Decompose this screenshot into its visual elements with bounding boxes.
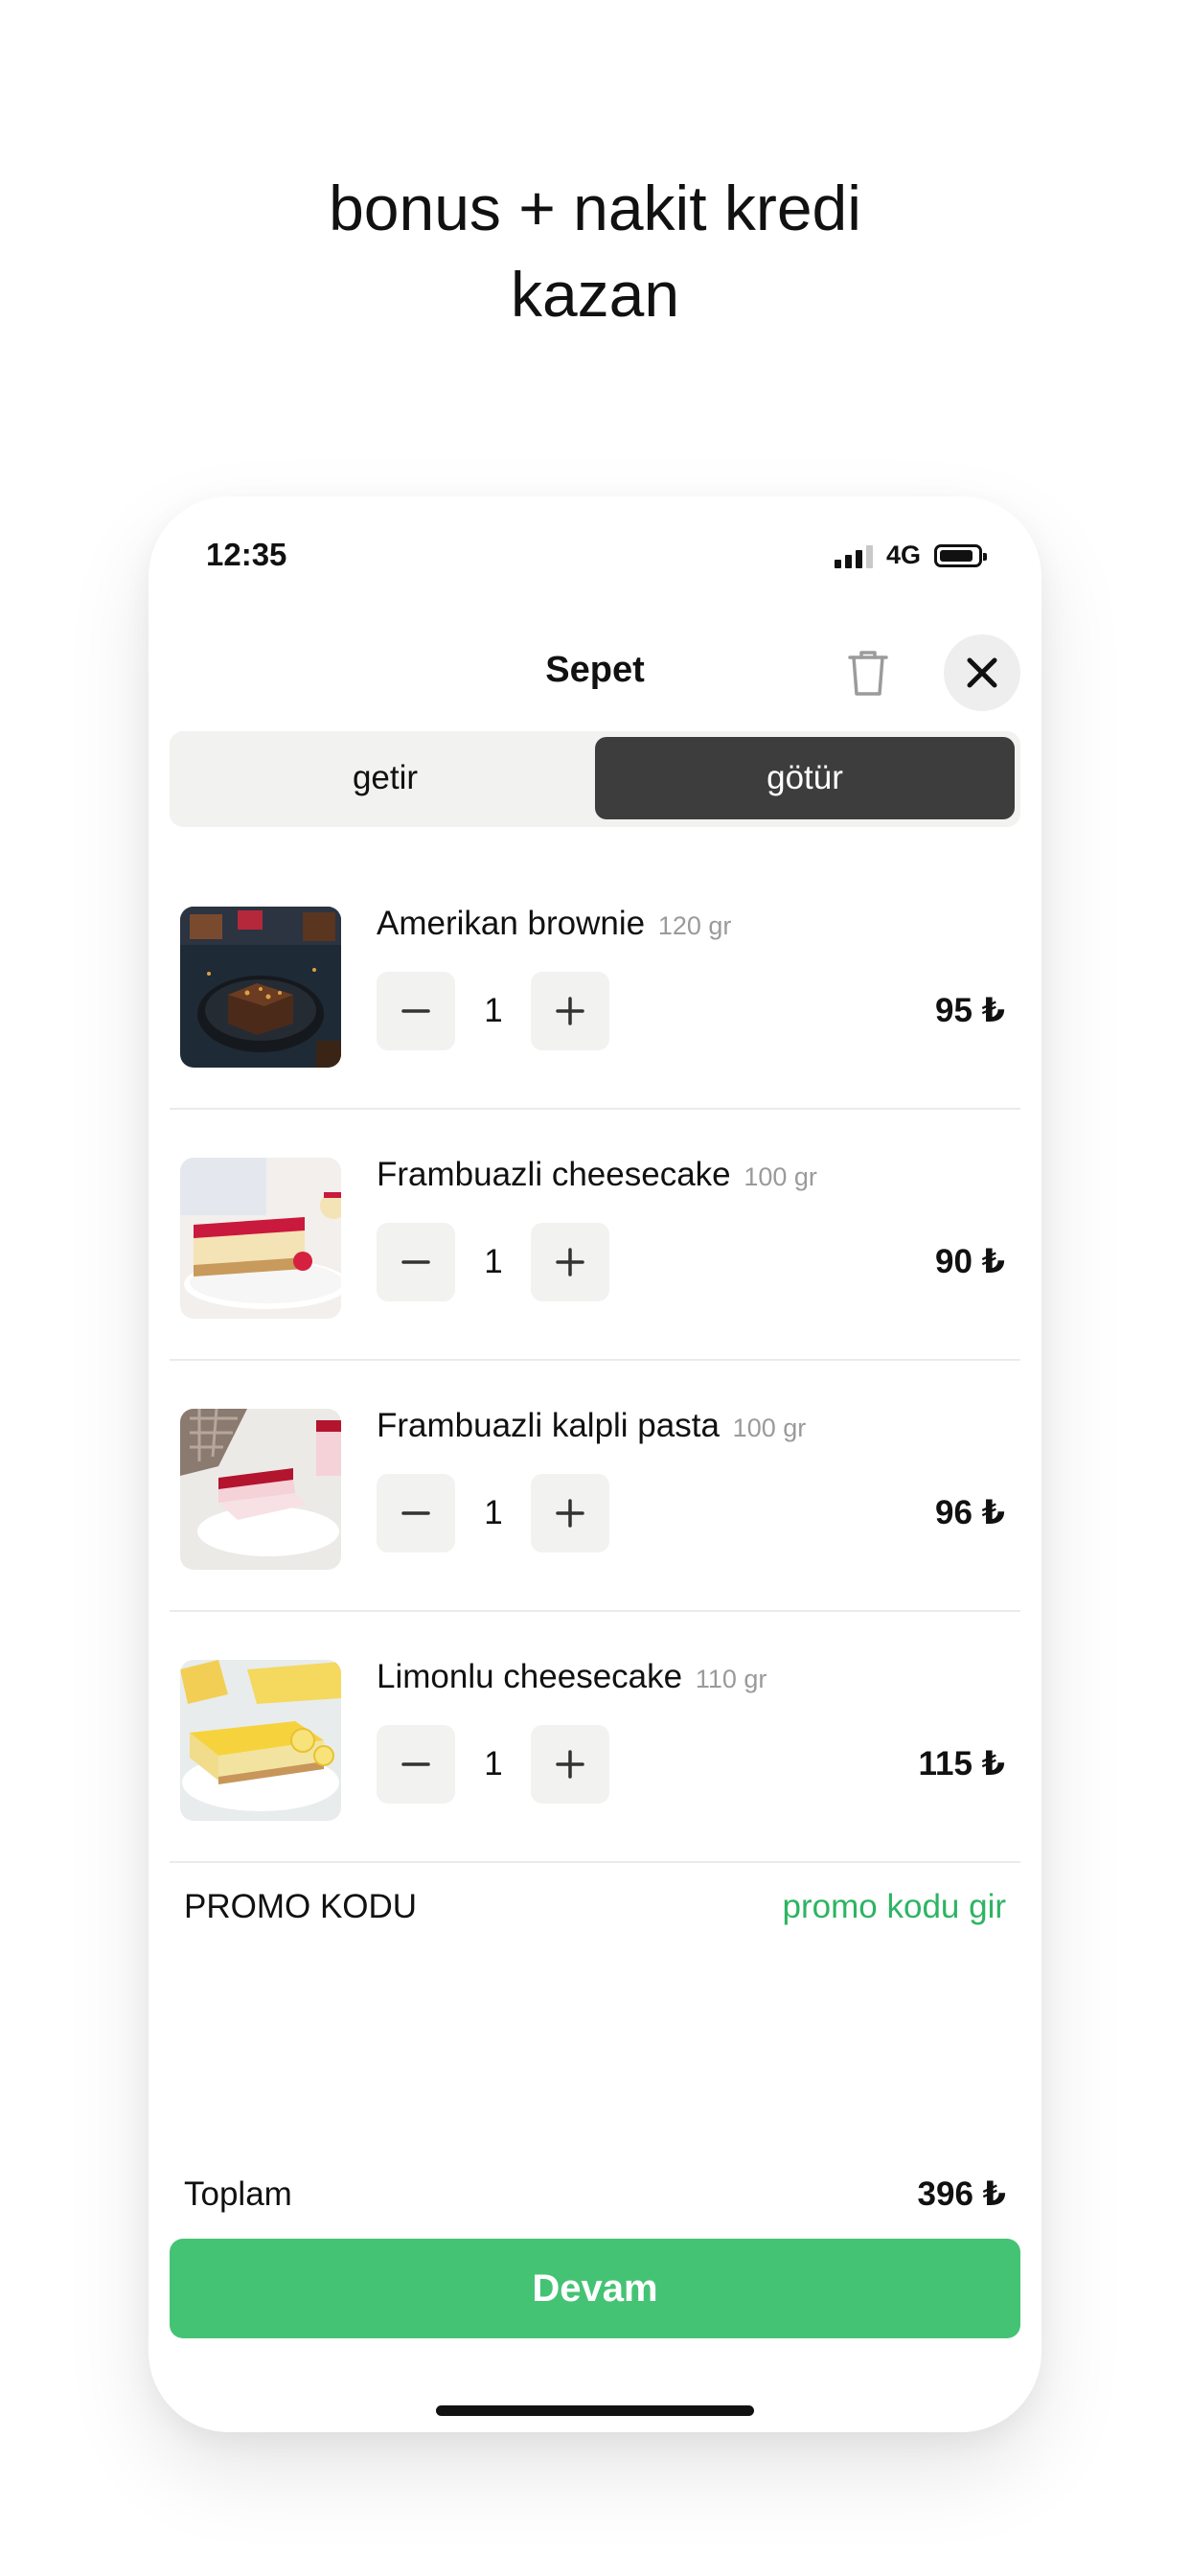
- product-weight: 100 gr: [732, 1414, 807, 1442]
- status-time: 12:35: [206, 537, 287, 572]
- home-indicator: [436, 2405, 754, 2416]
- product-weight: 110 gr: [695, 1665, 767, 1693]
- network-type: 4G: [885, 540, 921, 569]
- promo-code-label: PROMO KODU: [184, 1888, 418, 1925]
- increase-quantity-button[interactable]: [531, 1474, 609, 1552]
- product-image-lemon-cheesecake: [180, 1660, 341, 1821]
- total-label: Toplam: [184, 2175, 292, 2213]
- segment-getir[interactable]: getir: [175, 737, 595, 819]
- product-name: Frambuazli cheesecake: [377, 1156, 731, 1193]
- decrease-quantity-button[interactable]: [377, 1725, 455, 1804]
- minus-icon: [401, 1511, 430, 1515]
- product-name-line: Limonlu cheesecake 110 gr: [377, 1658, 767, 1696]
- product-name-line: Amerikan brownie 120 gr: [377, 905, 731, 943]
- increase-quantity-button[interactable]: [531, 972, 609, 1050]
- quantity-value: 1: [484, 1494, 503, 1531]
- decrease-quantity-button[interactable]: [377, 972, 455, 1050]
- decrease-quantity-button[interactable]: [377, 1474, 455, 1552]
- minus-icon: [401, 1009, 430, 1013]
- product-weight: 120 gr: [657, 911, 732, 940]
- minus-icon: [401, 1260, 430, 1264]
- cart-item: Amerikan brownie 120 gr 1 95 ₺: [170, 859, 1020, 1110]
- cart-item: Frambuazli cheesecake 100 gr 1 90 ₺: [170, 1110, 1020, 1361]
- decrease-quantity-button[interactable]: [377, 1223, 455, 1301]
- signal-icon: [834, 543, 873, 568]
- plus-icon: [556, 997, 584, 1025]
- product-image-heart-cake: [180, 1409, 341, 1570]
- battery-icon: [934, 543, 987, 567]
- quantity-value: 1: [484, 1243, 503, 1280]
- promo-headline: bonus + nakit kredi kazan: [0, 165, 1190, 337]
- continue-button[interactable]: Devam: [170, 2239, 1020, 2338]
- trash-icon[interactable]: [844, 646, 892, 700]
- product-weight: 100 gr: [744, 1162, 817, 1191]
- status-indicators: 4G: [834, 540, 987, 570]
- minus-icon: [401, 1762, 430, 1766]
- plus-icon: [556, 1499, 584, 1528]
- increase-quantity-button[interactable]: [531, 1725, 609, 1804]
- segment-gotur[interactable]: götür: [595, 737, 1015, 819]
- cart-item: Limonlu cheesecake 110 gr 1 115 ₺: [170, 1612, 1020, 1863]
- page-title: Sepet: [545, 650, 645, 690]
- item-price: 90 ₺: [934, 1243, 1005, 1280]
- product-image-raspberry-cheesecake: [180, 1158, 341, 1319]
- cart-item: Frambuazli kalpli pasta 100 gr 1 96 ₺: [170, 1361, 1020, 1612]
- delivery-mode-toggle: getir götür: [170, 731, 1020, 827]
- product-name: Limonlu cheesecake: [377, 1658, 683, 1695]
- plus-icon: [556, 1248, 584, 1276]
- plus-icon: [556, 1750, 584, 1779]
- total-value: 396 ₺: [917, 2175, 1006, 2213]
- product-name: Frambuazli kalpli pasta: [377, 1407, 720, 1444]
- quantity-value: 1: [484, 992, 503, 1029]
- product-name-line: Frambuazli cheesecake 100 gr: [377, 1156, 817, 1194]
- product-name: Amerikan brownie: [377, 905, 646, 942]
- enter-promo-code-link[interactable]: promo kodu gir: [783, 1888, 1006, 1926]
- item-price: 115 ₺: [918, 1745, 1005, 1782]
- quantity-value: 1: [484, 1745, 503, 1782]
- close-button[interactable]: [944, 634, 1020, 711]
- headline-line-1: bonus + nakit kredi: [329, 172, 861, 243]
- product-name-line: Frambuazli kalpli pasta 100 gr: [377, 1407, 806, 1445]
- cart-items: Amerikan brownie 120 gr 1 95 ₺ Frambuazl…: [170, 859, 1020, 1863]
- product-image-brownie: [180, 907, 341, 1068]
- phone-frame: 12:35 4G Sepet getir götür Amerikan brow…: [149, 496, 1041, 2432]
- item-price: 96 ₺: [934, 1494, 1005, 1531]
- increase-quantity-button[interactable]: [531, 1223, 609, 1301]
- headline-line-2: kazan: [510, 259, 680, 330]
- item-price: 95 ₺: [934, 992, 1005, 1029]
- close-icon: [967, 657, 997, 688]
